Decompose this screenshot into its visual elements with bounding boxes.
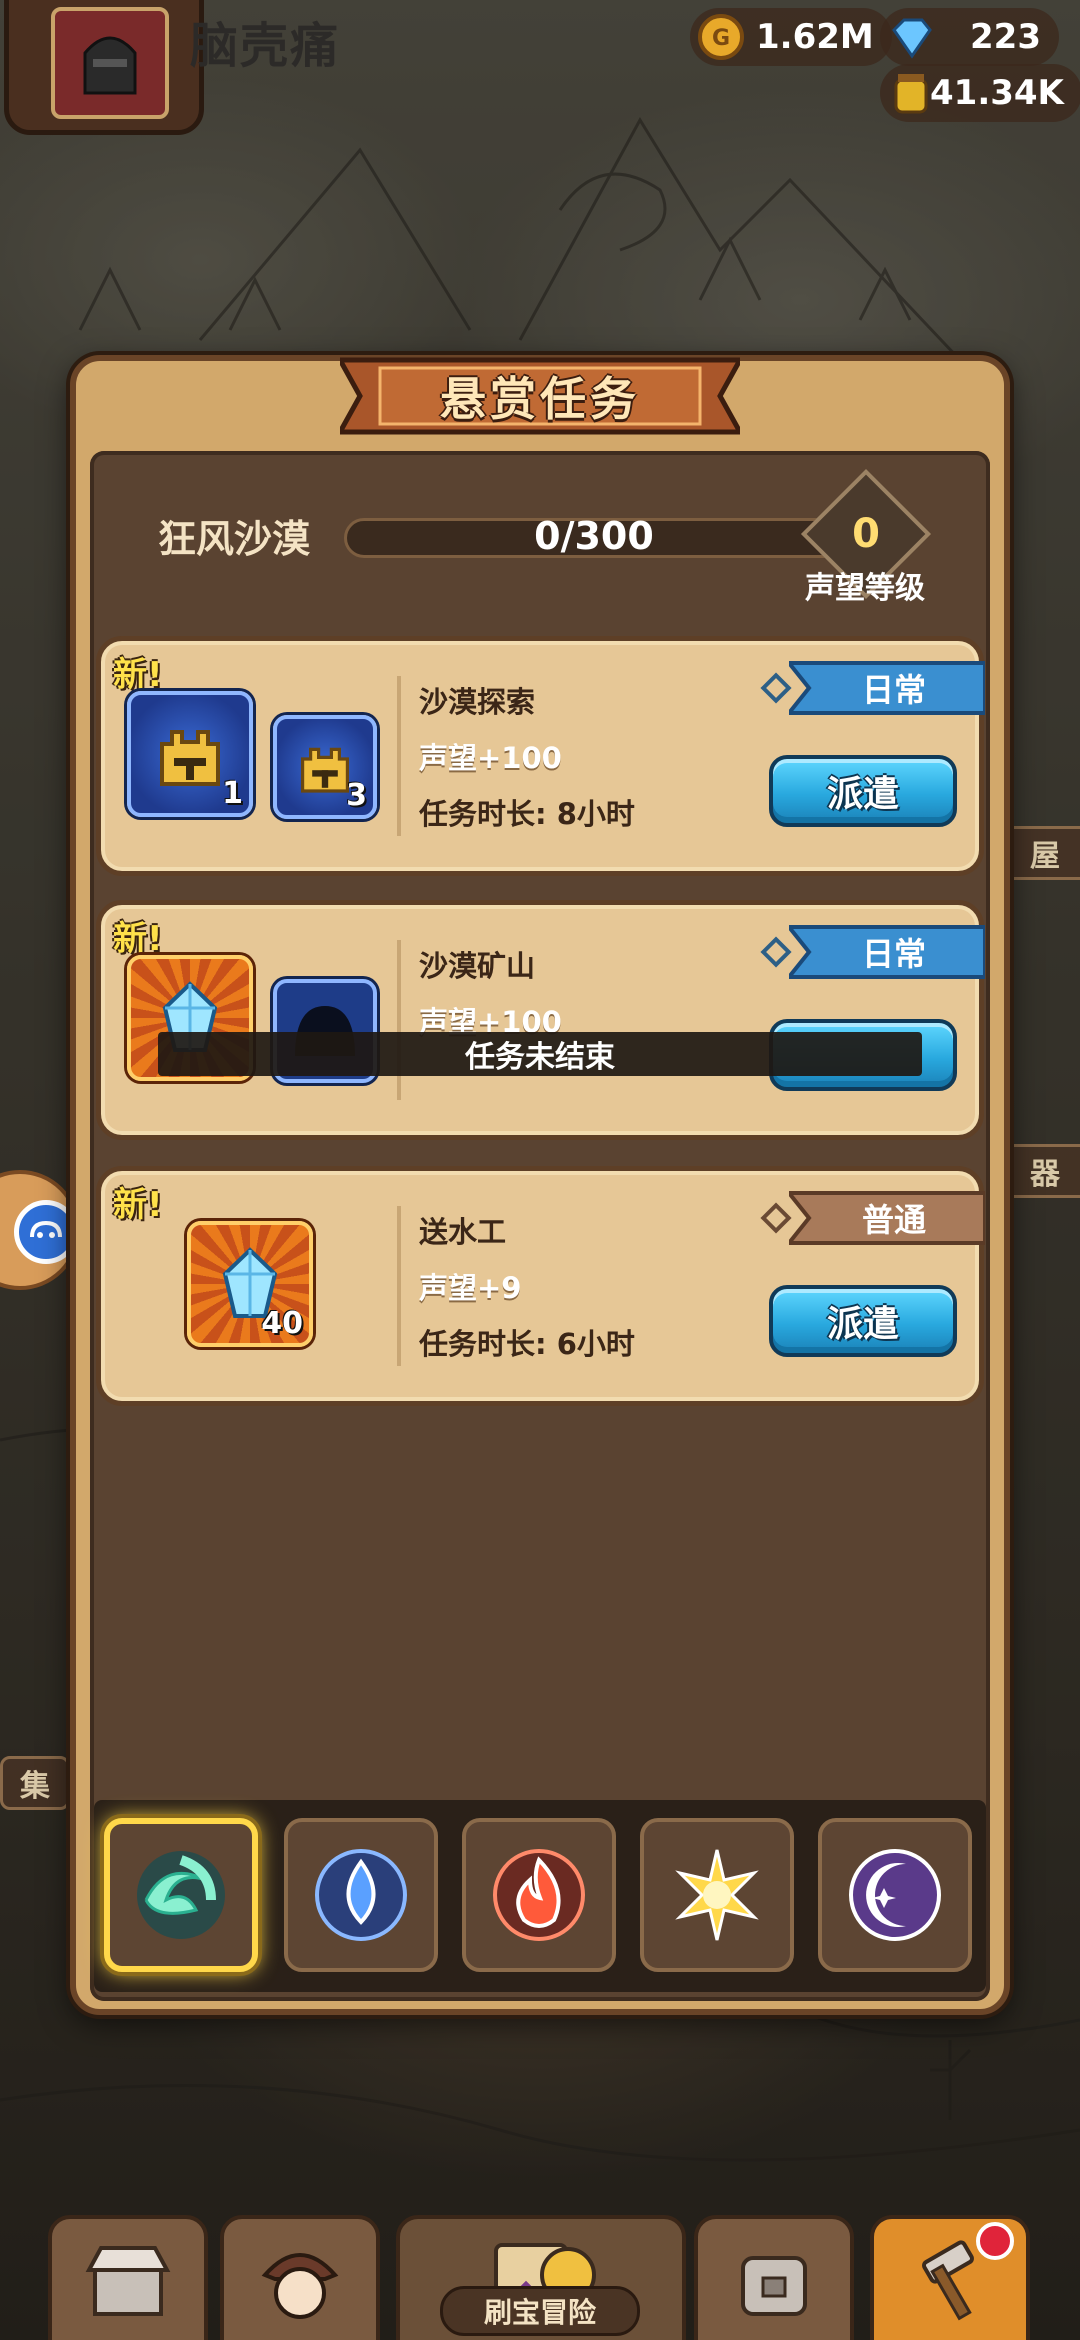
gem-icon [892,18,932,59]
new-tag: 新! [113,655,163,695]
task-duration: 任务时长: 8小时 [419,797,635,831]
gold-amount: 1.62M [756,17,874,57]
type-diamond [760,1202,792,1234]
knight-avatar-icon [83,36,137,95]
honey-jar-icon [894,74,928,114]
water-icon [315,1849,407,1941]
toast-message: 任务未结束 [158,1032,922,1076]
golden-helmet-icon [160,730,220,786]
resource3[interactable]: 41.34K [880,64,1080,122]
reward-slot[interactable]: 3 [273,715,377,819]
avatar-frame[interactable] [4,0,204,135]
gem-resource[interactable]: 223 [880,8,1059,66]
task-reputation: 声望+9 [419,1271,522,1305]
task-type: 日常 [861,935,926,973]
new-tag: 新! [113,919,163,959]
nav-bag[interactable] [694,2215,854,2340]
dialog-title: 悬赏任务 [440,372,640,426]
dispatch-button[interactable]: 派遣 [769,755,957,827]
backpack-icon [741,2256,807,2316]
nav-hero[interactable] [220,2215,380,2340]
reward-slot[interactable]: 40 [187,1221,313,1347]
type-diamond [760,936,792,968]
task-name: 沙漠探索 [419,685,536,719]
avatar[interactable] [51,7,169,119]
dark-moon-icon [849,1849,941,1941]
progress-text: 0/300 [534,514,654,558]
tab-light[interactable] [640,1818,794,1972]
nav-adventure-label: 刷宝冒险 [440,2286,640,2336]
task-name: 送水工 [419,1215,507,1249]
notification-dot [976,2222,1014,2260]
tab-water[interactable] [284,1818,438,1972]
edge-tab-house[interactable]: 屋 [1000,826,1080,880]
region-name: 狂风沙漠 [158,517,311,561]
reward-count: 3 [346,778,367,813]
gem-amount: 223 [970,17,1041,57]
tab-fire[interactable] [462,1818,616,1972]
shop-icon [85,2246,171,2316]
edge-tab-weapon[interactable]: 器 [1000,1144,1080,1198]
reputation-level: 0 [852,511,880,557]
light-icon [675,1849,759,1941]
task-card: 新! 沙漠矿山 声望+100 日常 [96,900,985,1140]
task-card: 新! 1 3 沙漠探索 声望+100 任务时长: 8小时 日常 派遣 [96,636,985,876]
wind-icon [137,1851,225,1939]
tab-dark[interactable] [818,1818,972,1972]
card-divider [397,676,401,836]
tab-wind[interactable] [104,1818,258,1972]
edge-tab-collect[interactable]: 集 [0,1756,70,1810]
hero-portrait-icon [261,2253,339,2319]
resource3-amount: 41.34K [930,73,1064,113]
task-type: 普通 [861,1201,926,1239]
top-bar: 脑壳痛 1.62M G 223 41.34K [0,0,1080,140]
reward-slot[interactable]: 1 [127,691,253,817]
dispatch-button[interactable]: 派遣 [769,1285,957,1357]
reputation-label: 声望等级 [805,571,925,606]
reward-count: 1 [222,776,243,811]
task-duration: 任务时长: 6小时 [419,1327,635,1361]
gold-resource[interactable]: 1.62M G [690,8,892,66]
gold-coin-icon: G [698,14,744,60]
chat-bubble-icon[interactable] [14,1200,78,1264]
card-divider [397,1206,401,1366]
player-name: 脑壳痛 [190,18,341,74]
title-banner-text-wrap: 悬赏任务 [340,350,740,442]
svg-text:G: G [712,26,730,51]
nav-shop[interactable] [48,2215,208,2340]
card-divider [397,940,401,1100]
task-card: 新! 40 送水工 声望+9 任务时长: 6小时 普通 派遣 [96,1166,985,1406]
task-type: 日常 [861,671,926,709]
reward-count: 40 [261,1306,303,1341]
new-tag: 新! [113,1185,163,1225]
task-reputation: 声望+100 [419,741,562,775]
fire-icon [493,1849,585,1941]
type-diamond [760,672,792,704]
task-name: 沙漠矿山 [419,949,536,983]
